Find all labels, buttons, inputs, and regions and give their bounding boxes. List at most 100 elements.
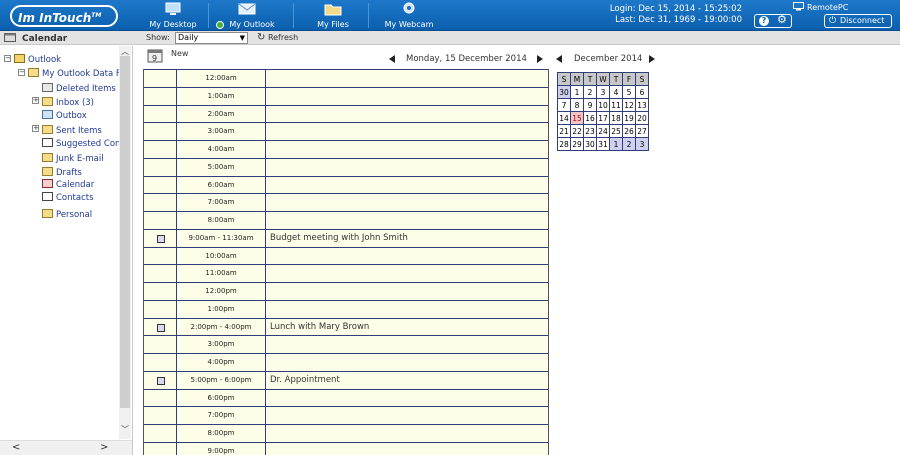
mini-calendar-day[interactable]: 19: [622, 111, 636, 125]
time-slot-row[interactable]: 8:00pm: [144, 424, 548, 442]
time-slot-row[interactable]: 12:00pm: [144, 282, 548, 300]
time-slot-row[interactable]: 12:00am: [144, 69, 548, 87]
disconnect-button[interactable]: ⏻ Disconnect: [824, 14, 892, 28]
tree-item-data-file[interactable]: My Outlook Data Fi: [28, 68, 123, 79]
time-slot-row[interactable]: 3:00am: [144, 122, 548, 140]
mini-calendar-day[interactable]: 28: [557, 137, 571, 151]
tree-item-drafts[interactable]: Drafts: [42, 167, 82, 178]
event-cell[interactable]: [266, 300, 548, 318]
event-cell[interactable]: [266, 265, 548, 282]
nav-my-webcam[interactable]: My Webcam: [376, 1, 442, 31]
mini-calendar-day[interactable]: 10: [596, 98, 610, 112]
nav-my-files[interactable]: My Files: [300, 1, 366, 31]
mini-calendar-day[interactable]: 11: [609, 98, 623, 112]
mini-calendar-day[interactable]: 20: [635, 111, 649, 125]
event-cell[interactable]: [266, 283, 548, 300]
mini-calendar-day[interactable]: 24: [596, 124, 610, 138]
time-slot-row[interactable]: 2:00am: [144, 104, 548, 123]
mini-calendar-day[interactable]: 3: [635, 137, 649, 151]
time-slot-row[interactable]: 4:00am: [144, 140, 548, 158]
time-slot-row[interactable]: 7:00pm: [144, 406, 548, 424]
tree-item-personal[interactable]: Personal: [42, 209, 92, 220]
time-slot-row[interactable]: 4:00pm: [144, 353, 548, 371]
tree-item-outlook[interactable]: Outlook: [14, 54, 61, 65]
event-cell[interactable]: [266, 105, 548, 123]
mini-calendar-day[interactable]: 31: [596, 137, 610, 151]
tree-item-deleted[interactable]: Deleted Items: [42, 83, 116, 94]
tree-item-suggested[interactable]: Suggested Cont: [42, 138, 124, 149]
mini-calendar-day[interactable]: 12: [622, 98, 636, 112]
event-cell[interactable]: [266, 194, 548, 211]
time-slot-row[interactable]: 10:00am: [144, 246, 548, 265]
mini-calendar-day[interactable]: 26: [622, 124, 636, 138]
time-slot-row[interactable]: 5:00am: [144, 157, 548, 176]
mini-calendar-day[interactable]: 27: [635, 124, 649, 138]
mini-calendar-day[interactable]: 4: [609, 85, 623, 99]
nav-my-desktop[interactable]: My Desktop: [140, 1, 206, 31]
mini-calendar-day[interactable]: 2: [583, 85, 597, 99]
time-slot-row[interactable]: 1:00am: [144, 86, 548, 105]
mini-calendar-day[interactable]: 18: [609, 111, 623, 125]
mini-calendar-day[interactable]: 21: [557, 124, 571, 138]
next-day-arrow-icon[interactable]: [537, 55, 543, 63]
appointment-subject[interactable]: Budget meeting with John Smith: [266, 229, 548, 247]
time-slot-row[interactable]: 8:00am: [144, 211, 548, 229]
event-cell[interactable]: [266, 158, 548, 176]
appointment-subject[interactable]: Dr. Appointment: [266, 371, 548, 389]
sidebar-vertical-scrollbar[interactable]: ︿ ﹀: [119, 46, 131, 439]
mini-calendar-day[interactable]: 29: [570, 137, 584, 151]
appointment-subject[interactable]: Lunch with Mary Brown: [266, 318, 548, 336]
event-cell[interactable]: [266, 176, 548, 194]
mini-calendar-day[interactable]: 30: [583, 137, 597, 151]
help-icon[interactable]: ?: [759, 16, 769, 26]
mini-calendar-day[interactable]: 30: [557, 85, 571, 99]
mini-calendar-day[interactable]: 23: [583, 124, 597, 138]
event-cell[interactable]: [266, 442, 548, 455]
mini-calendar-day[interactable]: 14: [557, 111, 571, 125]
event-cell[interactable]: [266, 407, 548, 424]
mini-calendar-day[interactable]: 25: [609, 124, 623, 138]
mini-calendar-day[interactable]: 16: [583, 111, 597, 125]
expand-toggle[interactable]: +: [32, 97, 39, 104]
time-slot-row[interactable]: 7:00am: [144, 193, 548, 211]
time-slot-row[interactable]: 6:00am: [144, 175, 548, 194]
view-select[interactable]: Daily ▼: [175, 32, 248, 44]
tree-item-inbox[interactable]: Inbox (3): [42, 97, 94, 108]
nav-my-outlook[interactable]: My Outlook: [212, 1, 282, 31]
collapse-toggle[interactable]: −: [4, 55, 11, 62]
event-cell[interactable]: [266, 247, 548, 265]
tree-item-calendar[interactable]: Calendar: [42, 179, 94, 190]
event-cell[interactable]: [266, 354, 548, 371]
scroll-left-icon[interactable]: <: [12, 442, 20, 453]
mini-calendar-day[interactable]: 7: [557, 98, 571, 112]
mini-calendar-day[interactable]: 13: [635, 98, 649, 112]
event-cell[interactable]: [266, 123, 548, 140]
time-slot-row[interactable]: 1:00pm: [144, 299, 548, 318]
mini-calendar-day[interactable]: 3: [596, 85, 610, 99]
mini-calendar-day[interactable]: 22: [570, 124, 584, 138]
scroll-down-icon[interactable]: ﹀: [121, 424, 129, 435]
gear-icon[interactable]: ⚙: [777, 14, 787, 26]
collapse-toggle[interactable]: −: [18, 69, 25, 76]
appointment-row[interactable]: 2:00pm - 4:00pm Lunch with Mary Brown: [144, 317, 548, 336]
sidebar-horizontal-scrollbar[interactable]: < >: [0, 440, 132, 455]
refresh-button[interactable]: ↻ Refresh: [257, 32, 298, 43]
appointment-icon[interactable]: [157, 234, 165, 243]
mini-calendar-day[interactable]: 17: [596, 111, 610, 125]
event-cell[interactable]: [266, 336, 548, 353]
appointment-row[interactable]: 5:00pm - 6:00pm Dr. Appointment: [144, 370, 548, 389]
time-slot-row[interactable]: 11:00am: [144, 264, 548, 282]
event-cell[interactable]: [266, 212, 548, 229]
event-cell[interactable]: [266, 70, 548, 87]
mini-calendar-today[interactable]: 15: [570, 111, 584, 125]
time-slot-row[interactable]: 9:00pm: [144, 441, 548, 455]
mini-calendar-day[interactable]: 1: [609, 137, 623, 151]
prev-day-arrow-icon[interactable]: [389, 55, 395, 63]
prev-month-arrow-icon[interactable]: [556, 55, 562, 63]
mini-calendar-day[interactable]: 8: [570, 98, 584, 112]
mini-calendar-day[interactable]: 2: [622, 137, 636, 151]
mini-calendar-day[interactable]: 9: [583, 98, 597, 112]
tree-item-sent[interactable]: Sent Items: [42, 125, 102, 136]
appointment-icon[interactable]: [157, 376, 165, 385]
event-cell[interactable]: [266, 141, 548, 158]
